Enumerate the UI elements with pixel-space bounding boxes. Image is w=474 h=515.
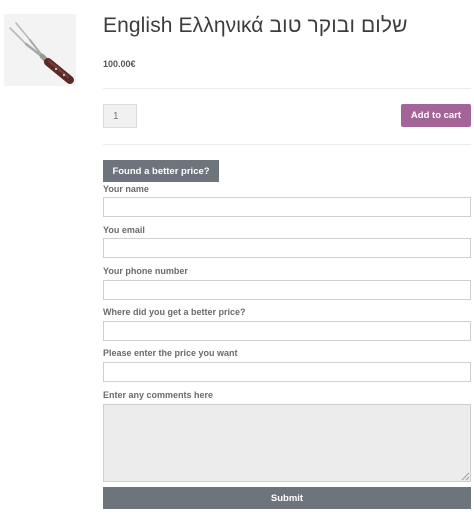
resize-grip-icon[interactable]	[461, 472, 470, 481]
product-image[interactable]	[4, 14, 76, 86]
carving-fork-icon	[9, 22, 74, 84]
desired-price-label: Please enter the price you want	[103, 348, 238, 358]
where-label: Where did you get a better price?	[103, 307, 246, 317]
email-label: You email	[103, 225, 145, 235]
add-to-cart-button[interactable]: Add to cart	[401, 104, 471, 127]
divider	[103, 144, 471, 145]
name-field[interactable]	[103, 197, 471, 217]
phone-field[interactable]	[103, 280, 471, 300]
comments-label: Enter any comments here	[103, 390, 214, 400]
email-field[interactable]	[103, 238, 471, 258]
name-label: Your name	[103, 184, 149, 194]
where-field[interactable]	[103, 321, 471, 341]
product-page: English Ελληνικά שלום ובוקר טוב 100.00€ …	[0, 0, 474, 515]
product-title: English Ελληνικά שלום ובוקר טוב	[103, 14, 408, 37]
found-better-price-button[interactable]: Found a better price?	[103, 160, 219, 182]
phone-label: Your phone number	[103, 266, 188, 276]
desired-price-field[interactable]	[103, 362, 471, 382]
quantity-input[interactable]	[103, 104, 137, 128]
divider	[103, 88, 471, 89]
submit-button[interactable]: Submit	[103, 487, 471, 509]
product-price: 100.00€	[103, 59, 136, 69]
comments-field[interactable]	[103, 404, 471, 482]
